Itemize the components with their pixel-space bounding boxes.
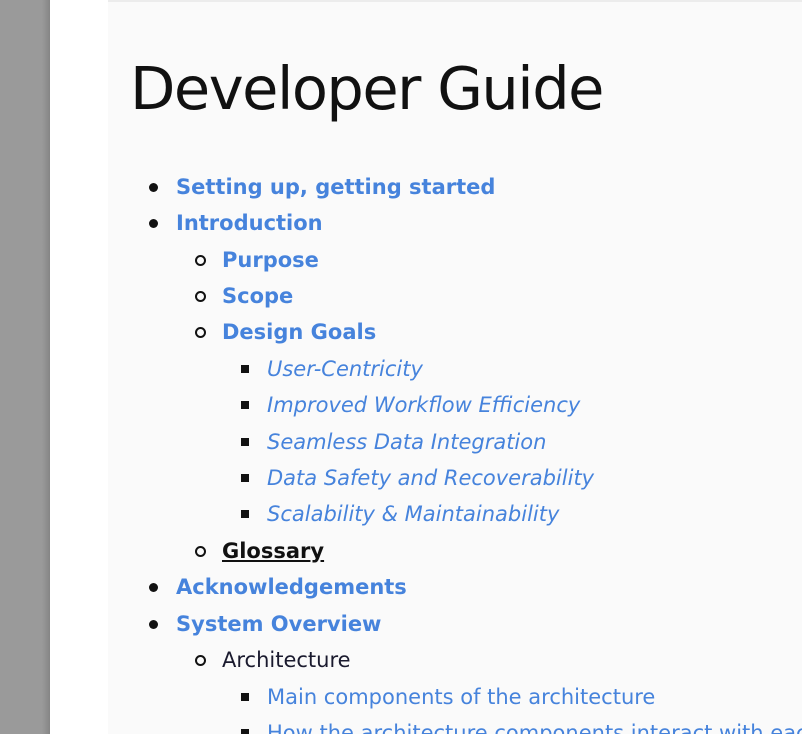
bullet-square xyxy=(241,401,249,409)
toc-link-data-integration[interactable]: Seamless Data Integration xyxy=(267,430,546,454)
bullet-square xyxy=(241,438,249,446)
document-content: Developer Guide Setting up, getting star… xyxy=(108,0,802,734)
toc-link-workflow-efficiency[interactable]: Improved Workflow Efficiency xyxy=(267,393,580,417)
toc-link-purpose[interactable]: Purpose xyxy=(222,248,319,272)
bullet-circle xyxy=(195,546,206,557)
left-margin xyxy=(50,0,108,734)
bullet-square xyxy=(241,474,249,482)
toc-item-architecture-sub: How the architecture components interact… xyxy=(241,718,802,734)
bullet-square xyxy=(241,693,249,701)
bullet-disc xyxy=(149,620,158,629)
toc-link-design-goals[interactable]: Design Goals xyxy=(222,320,376,344)
toc-item-acknowledgements: Acknowledgements xyxy=(149,572,407,602)
page-title: Developer Guide xyxy=(130,54,604,123)
toc-label-architecture: Architecture xyxy=(222,648,351,672)
bullet-square xyxy=(241,365,249,373)
bullet-circle xyxy=(195,655,206,666)
toc-item-goal: Improved Workflow Efficiency xyxy=(241,390,580,420)
toc-item-scope: Scope xyxy=(195,281,293,311)
toc-link-scope[interactable]: Scope xyxy=(222,284,293,308)
toc-link-main-components[interactable]: Main components of the architecture xyxy=(267,685,655,709)
bullet-circle xyxy=(195,327,206,338)
window-gutter xyxy=(0,0,50,734)
toc-item-goal: Data Safety and Recoverability xyxy=(241,463,594,493)
toc-link-components-interact[interactable]: How the architecture components interact… xyxy=(267,721,802,734)
toc-item-architecture-sub: Main components of the architecture xyxy=(241,682,655,712)
toc-item-system-overview: System Overview xyxy=(149,609,381,639)
bullet-disc xyxy=(149,183,158,192)
toc-item-goal: User-Centricity xyxy=(241,354,423,384)
toc-item-design-goals: Design Goals xyxy=(195,317,376,347)
toc-link-scalability[interactable]: Scalability & Maintainability xyxy=(267,502,559,526)
bullet-disc xyxy=(149,583,158,592)
toc-item-introduction: Introduction xyxy=(149,208,323,238)
toc-item-goal: Scalability & Maintainability xyxy=(241,499,559,529)
toc-item-goal: Seamless Data Integration xyxy=(241,427,546,457)
toc-link-system-overview[interactable]: System Overview xyxy=(176,612,381,636)
toc-link-setting-up[interactable]: Setting up, getting started xyxy=(176,175,495,199)
bullet-circle xyxy=(195,291,206,302)
bullet-square xyxy=(241,510,249,518)
toc-item-setting-up: Setting up, getting started xyxy=(149,172,495,202)
bullet-square xyxy=(241,729,249,734)
toc-link-introduction[interactable]: Introduction xyxy=(176,211,323,235)
toc-item-purpose: Purpose xyxy=(195,245,319,275)
bullet-disc xyxy=(149,219,158,228)
toc-link-data-safety[interactable]: Data Safety and Recoverability xyxy=(267,466,594,490)
toc-link-glossary[interactable]: Glossary xyxy=(222,539,324,563)
toc-item-architecture: Architecture xyxy=(195,645,351,675)
toc-item-glossary: Glossary xyxy=(195,536,324,566)
bullet-circle xyxy=(195,255,206,266)
toc-link-acknowledgements[interactable]: Acknowledgements xyxy=(176,575,407,599)
toc-link-user-centricity[interactable]: User-Centricity xyxy=(267,357,423,381)
